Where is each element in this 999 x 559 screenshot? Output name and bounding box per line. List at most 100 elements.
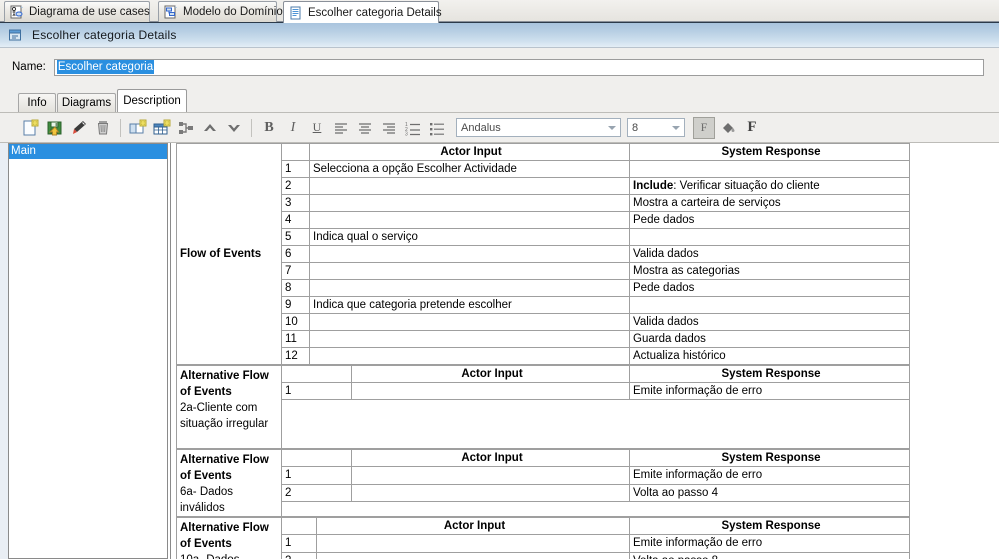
system-response-cell[interactable]: Emite informação de erro bbox=[629, 466, 910, 485]
actor-input-cell[interactable] bbox=[309, 330, 630, 348]
alt-flow-2-label-line-2: of Events bbox=[180, 470, 232, 482]
tab-diagrams[interactable]: Diagrams bbox=[57, 93, 116, 112]
row-number: 9 bbox=[281, 296, 310, 314]
actor-input-header: Actor Input bbox=[309, 143, 630, 161]
system-response-cell[interactable]: Guarda dados bbox=[629, 330, 910, 348]
system-response-cell[interactable]: Valida dados bbox=[629, 313, 910, 331]
details-document-icon bbox=[289, 6, 303, 20]
flow-list-pane[interactable]: Main bbox=[8, 143, 168, 559]
row-number: 2 bbox=[281, 551, 317, 559]
actor-input-cell[interactable] bbox=[309, 347, 630, 365]
align-left-icon[interactable] bbox=[330, 117, 352, 139]
move-down-icon[interactable] bbox=[223, 117, 245, 139]
tab-description[interactable]: Description bbox=[117, 89, 187, 112]
system-response-cell[interactable]: Volta ao passo 4 bbox=[629, 483, 910, 502]
alt-flow-2-empty-cell[interactable] bbox=[281, 501, 910, 518]
table-row: 3 Mostra a carteira de serviços bbox=[177, 194, 910, 212]
row-number: 1 bbox=[281, 466, 352, 485]
system-response-cell[interactable]: Actualiza histórico bbox=[629, 347, 910, 365]
table-row: 2 Volta ao passo 4 bbox=[177, 483, 910, 502]
format-painter-icon[interactable] bbox=[68, 117, 90, 139]
description-editor-pane[interactable]: Flow of Events Actor Input System Respon… bbox=[170, 143, 999, 559]
font-color-glyph: F bbox=[700, 120, 708, 134]
actor-input-cell[interactable] bbox=[316, 534, 630, 553]
table-row: 6 Valida dados bbox=[177, 245, 910, 263]
actor-input-cell[interactable] bbox=[309, 262, 630, 280]
align-center-icon[interactable] bbox=[354, 117, 376, 139]
row-number-header bbox=[281, 143, 310, 161]
font-family-select[interactable]: Andalus bbox=[456, 118, 621, 137]
table-row: 10 Valida dados bbox=[177, 313, 910, 331]
save-icon[interactable] bbox=[44, 117, 66, 139]
actor-input-cell[interactable]: Selecciona a opção Escolher Actividade bbox=[309, 160, 630, 178]
system-response-cell[interactable]: Pede dados bbox=[629, 279, 910, 297]
font-dialog-button[interactable]: F bbox=[741, 117, 763, 139]
tab-info[interactable]: Info bbox=[18, 93, 56, 112]
align-right-icon[interactable] bbox=[378, 117, 400, 139]
table-row: 7 Mostra as categorias bbox=[177, 262, 910, 280]
actor-input-cell[interactable] bbox=[309, 245, 630, 263]
insert-table-icon[interactable] bbox=[151, 117, 173, 139]
table-row: Alternative Flow of Events 2a-Cliente co… bbox=[176, 365, 910, 449]
document-tab-usecase[interactable]: Diagrama de use cases bbox=[4, 1, 150, 22]
list-item[interactable]: Main bbox=[9, 144, 167, 159]
move-up-icon[interactable] bbox=[199, 117, 221, 139]
detail-tab-bar: Info Diagrams Description bbox=[0, 86, 999, 112]
name-input[interactable]: Escolher categoria bbox=[53, 58, 984, 76]
alt-flow-1-label-line-2: of Events bbox=[180, 386, 232, 398]
font-size-select[interactable]: 8 bbox=[627, 118, 685, 137]
bold-icon[interactable]: B bbox=[258, 117, 280, 139]
system-response-cell[interactable]: Volta ao passo 8 bbox=[629, 551, 910, 559]
table-row: Alternative Flow of Events 10a- Dados in… bbox=[176, 516, 910, 559]
actor-input-cell[interactable] bbox=[351, 382, 630, 400]
toolbar-separator bbox=[120, 118, 121, 137]
usecase-diagram-icon bbox=[10, 5, 24, 19]
system-response-cell[interactable] bbox=[629, 296, 910, 314]
fill-color-icon[interactable] bbox=[717, 117, 739, 139]
actor-input-cell[interactable] bbox=[351, 483, 630, 502]
table-row: 11 Guarda dados bbox=[177, 330, 910, 348]
actor-input-cell[interactable]: Indica qual o serviço bbox=[309, 228, 630, 246]
alt-flow-1-label-line-4: situação irregular bbox=[180, 418, 269, 430]
document-tab-domain-model[interactable]: Modelo do Domínio bbox=[158, 1, 283, 22]
system-response-cell[interactable]: Valida dados bbox=[629, 245, 910, 263]
system-response-cell[interactable]: Mostra a carteira de serviços bbox=[629, 194, 910, 212]
actor-input-cell[interactable] bbox=[316, 551, 630, 559]
actor-input-cell[interactable] bbox=[309, 279, 630, 297]
font-color-button[interactable]: F bbox=[693, 116, 715, 139]
row-number: 2 bbox=[281, 483, 352, 502]
name-input-value: Escolher categoria bbox=[56, 60, 155, 74]
insert-section-icon[interactable] bbox=[127, 117, 149, 139]
delete-icon[interactable] bbox=[92, 117, 114, 139]
italic-icon[interactable]: I bbox=[282, 117, 304, 139]
alt-flow-1-empty-cell[interactable] bbox=[281, 399, 910, 449]
indent-icon[interactable] bbox=[175, 117, 197, 139]
row-number-header bbox=[281, 516, 317, 536]
new-document-icon[interactable] bbox=[20, 117, 42, 139]
actor-input-cell[interactable] bbox=[309, 313, 630, 331]
actor-input-cell[interactable] bbox=[309, 177, 630, 195]
bullet-list-icon[interactable] bbox=[426, 117, 448, 139]
actor-input-cell[interactable] bbox=[309, 211, 630, 229]
system-response-cell[interactable]: Emite informação de erro bbox=[629, 382, 910, 400]
row-number: 1 bbox=[281, 534, 317, 553]
actor-input-cell[interactable] bbox=[309, 194, 630, 212]
actor-input-cell[interactable]: Indica que categoria pretende escolher bbox=[309, 296, 630, 314]
svg-text:3: 3 bbox=[405, 131, 408, 137]
table-row: 1 Emite informação de erro bbox=[177, 534, 910, 553]
include-keyword: Include bbox=[633, 180, 674, 192]
system-response-cell[interactable] bbox=[629, 228, 910, 246]
system-response-cell[interactable]: Mostra as categorias bbox=[629, 262, 910, 280]
tab-diagrams-label: Diagrams bbox=[61, 97, 112, 109]
actor-input-cell[interactable] bbox=[351, 466, 630, 485]
underline-icon[interactable]: U bbox=[306, 117, 328, 139]
system-response-cell[interactable] bbox=[629, 160, 910, 178]
document-tab-escolher-categoria-details[interactable]: Escolher categoria Details bbox=[283, 1, 442, 23]
window-title: Escolher categoria Details bbox=[32, 28, 177, 42]
numbered-list-icon[interactable]: 1 2 3 bbox=[402, 117, 424, 139]
system-response-cell[interactable]: Pede dados bbox=[629, 211, 910, 229]
font-family-value: Andalus bbox=[461, 121, 501, 134]
system-response-cell[interactable]: Emite informação de erro bbox=[629, 534, 910, 553]
system-response-cell[interactable]: Include: Verificar situação do cliente bbox=[629, 177, 910, 195]
name-row: Name: Escolher categoria bbox=[0, 48, 999, 86]
